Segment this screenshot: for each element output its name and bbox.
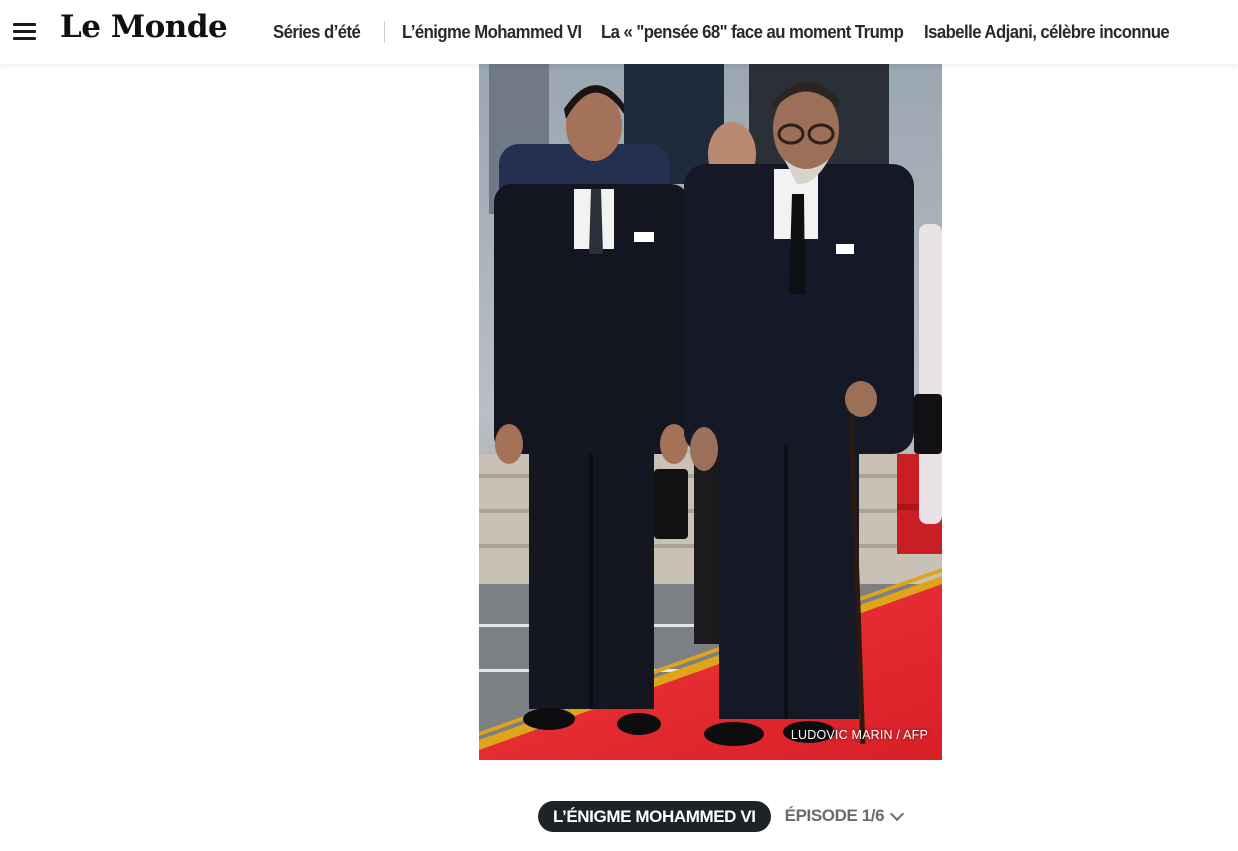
episode-selector[interactable]: ÉPISODE 1/6 [784, 806, 905, 826]
nav-item-isabelle-adjani[interactable]: Isabelle Adjani, célèbre inconnue [924, 22, 1170, 43]
episode-label: ÉPISODE 1/6 [784, 806, 885, 825]
nav-divider [383, 21, 385, 43]
article-hero-photo: LUDOVIC MARIN / AFP [479, 64, 942, 760]
menu-bar-line [13, 37, 36, 40]
series-episode-bar: L’ÉNIGME MOHAMMED VI ÉPISODE 1/6 [538, 800, 905, 832]
nav-item-series-ete[interactable]: Séries d’été [273, 22, 361, 43]
series-tag-button[interactable]: L’ÉNIGME MOHAMMED VI [538, 800, 771, 832]
nav-item-enigme-mohammed-vi[interactable]: L’énigme Mohammed VI [402, 22, 582, 43]
photo-illustration [479, 64, 942, 760]
menu-bar-line [13, 23, 36, 26]
photo-credit: LUDOVIC MARIN / AFP [790, 728, 928, 742]
series-navigation: Séries d’été L’énigme Mohammed VI La « "… [273, 0, 1188, 64]
chevron-down-icon [890, 806, 905, 821]
menu-bar-line [13, 30, 36, 33]
hamburger-menu-icon[interactable] [10, 18, 40, 44]
nav-item-pensee-68[interactable]: La « "pensée 68" face au moment Trump [601, 22, 904, 43]
site-logo[interactable]: Le Monde [60, 9, 228, 45]
site-header: Le Monde Séries d’été L’énigme Mohammed … [0, 0, 1238, 64]
